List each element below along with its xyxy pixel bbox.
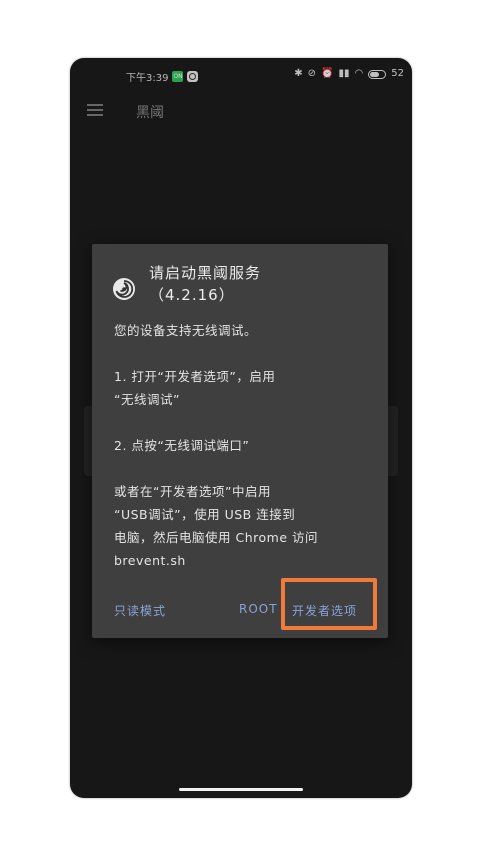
body-line: brevent.sh [114,553,186,568]
body-line: 您的设备支持无线调试。 [114,323,258,338]
dialog-body: 您的设备支持无线调试。 1. 打开“开发者选项”，启用 “无线调试” 2. 点按… [114,319,376,572]
gesture-nav-bar[interactable] [179,788,303,791]
highlight-box [281,578,377,630]
body-line: “USB调试”，使用 USB 连接到 [114,507,296,522]
readonly-mode-button[interactable]: 只读模式 [114,602,166,619]
phone-screen: 下午3:39 ON ✱ ⊘ ⏰ ▮▮ ◠ 52 黑阈 请启动黑阈服务 （4.2.… [70,58,412,798]
body-line: 2. 点按“无线调试端口” [114,438,250,453]
body-line: 或者在“开发者选项”中启用 [114,484,271,499]
body-line: 1. 打开“开发者选项”，启用 [114,369,276,384]
root-button[interactable]: ROOT [239,602,278,616]
dialog-title: 请启动黑阈服务 （4.2.16） [149,262,369,306]
brevent-logo-icon [113,278,135,300]
dialog-title-text: 请启动黑阈服务 [149,264,262,282]
body-line: 电脑，然后电脑使用 Chrome 访问 [114,530,318,545]
dialog-version: （4.2.16） [149,286,235,304]
body-line: “无线调试” [114,392,180,407]
